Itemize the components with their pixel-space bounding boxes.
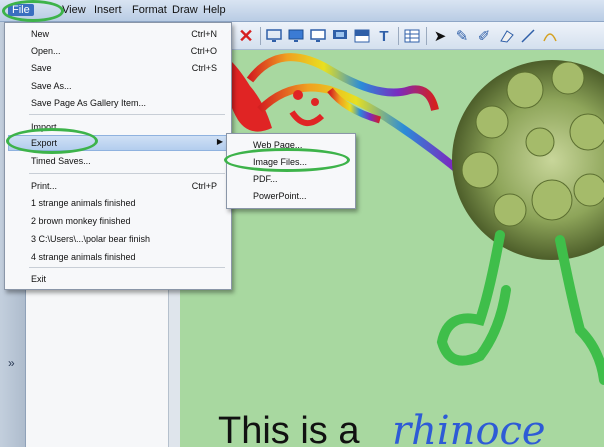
- menu-item-export[interactable]: Export: [31, 138, 57, 148]
- menu-file[interactable]: File: [8, 4, 34, 16]
- menu-view[interactable]: View: [62, 4, 86, 16]
- submenu-item-web-page[interactable]: Web Page...: [253, 140, 302, 150]
- menu-separator: [29, 114, 225, 115]
- submenu-item-image-files[interactable]: Image Files...: [253, 157, 307, 167]
- canvas-handwriting: rhinoce: [392, 408, 546, 447]
- monitor-icon[interactable]: [286, 26, 306, 46]
- line-icon[interactable]: [518, 26, 538, 46]
- shortcut-print: Ctrl+P: [191, 181, 217, 191]
- menu-draw[interactable]: Draw: [172, 4, 198, 16]
- display-icon[interactable]: [264, 26, 284, 46]
- menu-item-open[interactable]: Open...: [31, 46, 61, 56]
- export-submenu: Web Page... Image Files... PDF... PowerP…: [226, 133, 356, 209]
- menu-item-print[interactable]: Print...: [31, 181, 57, 191]
- whiteboard-canvas[interactable]: [180, 50, 604, 447]
- menu-item-timed-saves[interactable]: Timed Saves...: [31, 156, 91, 166]
- shortcut-open: Ctrl+O: [190, 46, 217, 56]
- recent-file-4[interactable]: 4 strange animals finished: [31, 252, 136, 262]
- toolbar-separator: [398, 27, 399, 45]
- menu-item-save-gallery[interactable]: Save Page As Gallery Item...: [31, 98, 146, 108]
- table-icon[interactable]: [402, 26, 422, 46]
- expand-panel-icon[interactable]: »: [8, 356, 15, 370]
- highlighter-icon[interactable]: ✐: [474, 26, 494, 46]
- menu-item-new[interactable]: New: [31, 29, 49, 39]
- shade-icon[interactable]: [352, 26, 372, 46]
- recent-file-3[interactable]: 3 C:\Users\...\polar bear finish: [31, 234, 150, 244]
- text-icon[interactable]: T: [374, 26, 394, 46]
- select-arrow-icon[interactable]: ➤: [430, 26, 450, 46]
- submenu-arrow-icon: ▶: [216, 137, 223, 146]
- shortcut-save: Ctrl+S: [191, 63, 217, 73]
- shortcut-new: Ctrl+N: [191, 29, 217, 39]
- shape-icon[interactable]: [540, 26, 560, 46]
- canvas-drawing: [227, 53, 604, 385]
- menu-bar: File View Insert Format Draw Help: [0, 0, 604, 22]
- menu-item-exit[interactable]: Exit: [31, 274, 46, 284]
- screen-blue-icon[interactable]: [330, 26, 350, 46]
- eraser-icon[interactable]: [496, 26, 516, 46]
- menu-insert[interactable]: Insert: [94, 4, 122, 16]
- pen-icon[interactable]: ✎: [452, 26, 472, 46]
- menu-item-save[interactable]: Save: [31, 63, 52, 73]
- screen-icon[interactable]: [308, 26, 328, 46]
- toolbar: ✕ T ➤ ✎ ✐: [232, 22, 604, 50]
- delete-x-icon[interactable]: ✕: [236, 26, 256, 46]
- toolbar-separator: [260, 27, 261, 45]
- menu-format[interactable]: Format: [132, 4, 167, 16]
- file-menu: New Ctrl+N Open... Ctrl+O Save Ctrl+S Sa…: [4, 22, 232, 290]
- submenu-item-powerpoint[interactable]: PowerPoint...: [253, 191, 307, 201]
- menu-separator: [29, 267, 225, 268]
- recent-file-1[interactable]: 1 strange animals finished: [31, 198, 136, 208]
- recent-file-2[interactable]: 2 brown monkey finished: [31, 216, 131, 226]
- toolbar-separator: [426, 27, 427, 45]
- canvas-caption: This is a: [218, 410, 360, 447]
- menu-item-save-as[interactable]: Save As...: [31, 81, 72, 91]
- menu-item-import[interactable]: Import: [31, 122, 57, 132]
- submenu-item-pdf[interactable]: PDF...: [253, 174, 278, 184]
- menu-separator: [29, 173, 225, 174]
- menu-help[interactable]: Help: [203, 4, 226, 16]
